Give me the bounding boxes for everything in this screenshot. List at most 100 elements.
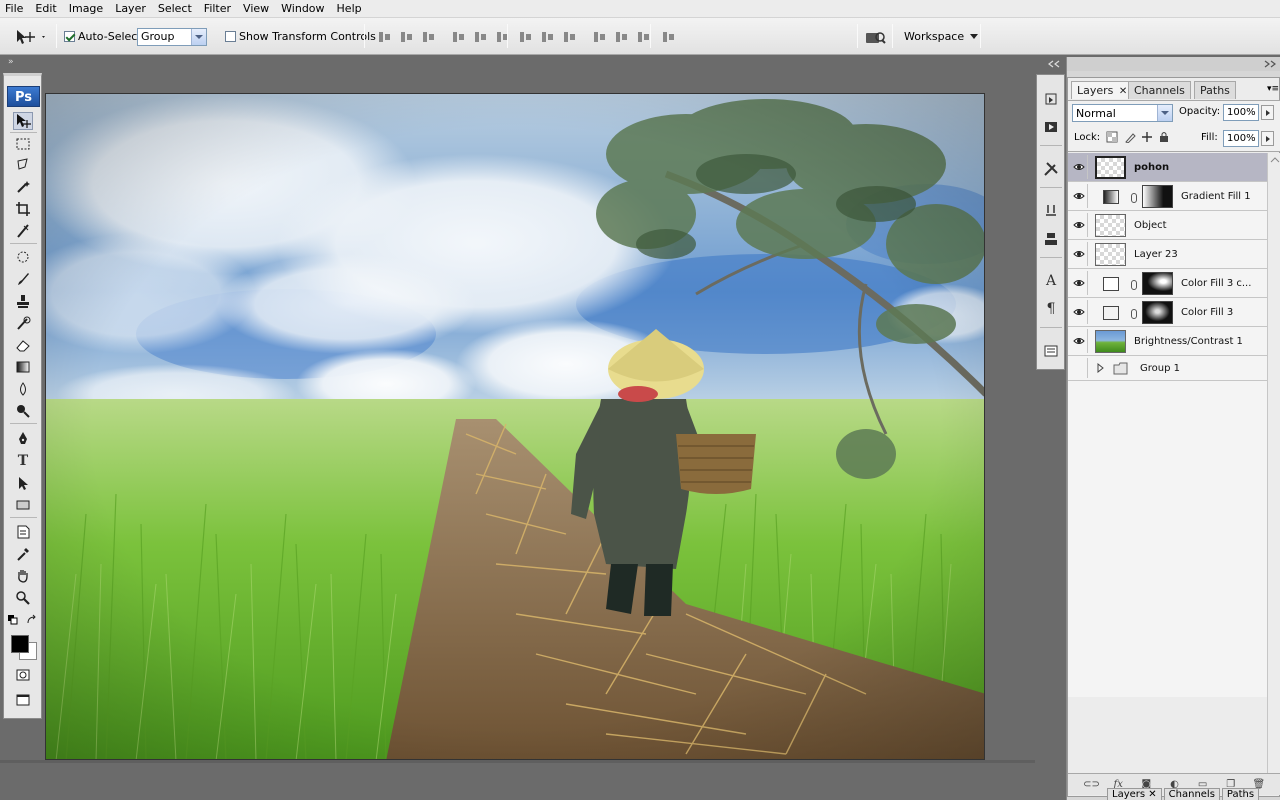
lock-transparent-icon[interactable]: [1106, 131, 1118, 146]
actions-panel-icon[interactable]: [1041, 117, 1061, 137]
eraser-icon[interactable]: [13, 336, 33, 354]
brush-icon[interactable]: [13, 270, 33, 288]
brushes-panel-icon[interactable]: [1041, 201, 1061, 221]
layer-row[interactable]: Object: [1068, 211, 1267, 240]
layer-comps-icon[interactable]: [1041, 341, 1061, 361]
healing-brush-icon[interactable]: [13, 248, 33, 266]
layer-row[interactable]: Brightness/Contrast 1: [1068, 327, 1267, 356]
align-vertical-center-icon[interactable]: [399, 30, 415, 44]
tab-channels[interactable]: Channels: [1128, 81, 1191, 99]
menu-layer[interactable]: Layer: [109, 0, 152, 18]
link-icon[interactable]: [1131, 193, 1137, 203]
layer-mask-thumbnail[interactable]: [1142, 301, 1173, 324]
rectangle-shape-icon[interactable]: [13, 496, 33, 514]
eye-icon[interactable]: [1073, 190, 1085, 202]
link-icon[interactable]: [1131, 309, 1137, 319]
eye-icon[interactable]: [1073, 161, 1085, 173]
move-tool-icon[interactable]: [13, 112, 33, 130]
menu-filter[interactable]: Filter: [198, 0, 237, 18]
rectangular-marquee-icon[interactable]: [13, 135, 33, 153]
default-colors-icon[interactable]: [7, 614, 19, 626]
screen-mode-icon[interactable]: [13, 691, 33, 709]
type-icon[interactable]: T: [13, 452, 33, 470]
scroll-up-icon[interactable]: [1268, 153, 1280, 167]
fill-slider-button[interactable]: [1261, 131, 1274, 146]
expand-arrow-icon[interactable]: [1096, 363, 1106, 373]
opacity-slider-button[interactable]: [1261, 105, 1274, 120]
distribute-left-icon[interactable]: [592, 30, 608, 44]
align-left-icon[interactable]: [451, 30, 467, 44]
tab-paths-collapsed[interactable]: Paths: [1221, 788, 1260, 800]
layer-row[interactable]: Gradient Fill 1: [1068, 182, 1267, 211]
foreground-color-swatch[interactable]: [11, 635, 29, 653]
crop-icon[interactable]: [13, 200, 33, 218]
layer-row[interactable]: Color Fill 3 c...: [1068, 269, 1267, 298]
workspace-menu[interactable]: Workspace: [904, 18, 982, 55]
auto-select-dropdown[interactable]: Group: [137, 27, 207, 46]
tool-presets-icon[interactable]: [1041, 159, 1061, 179]
pen-icon[interactable]: [13, 430, 33, 448]
layer-row[interactable]: Color Fill 3: [1068, 298, 1267, 327]
align-bottom-icon[interactable]: [421, 30, 437, 44]
tools-panel-header[interactable]: »: [2, 57, 42, 71]
link-icon[interactable]: [1131, 280, 1137, 290]
tool-preset-picker[interactable]: [14, 18, 48, 55]
history-brush-icon[interactable]: [13, 314, 33, 332]
hand-icon[interactable]: [13, 567, 33, 585]
auto-select-checkbox[interactable]: [64, 31, 75, 42]
tab-layers[interactable]: Layers ✕: [1071, 81, 1134, 99]
menu-window[interactable]: Window: [275, 0, 330, 18]
eye-icon[interactable]: [1073, 219, 1085, 231]
auto-align-layers-icon[interactable]: [661, 30, 677, 44]
eye-icon[interactable]: [1073, 335, 1085, 347]
distribute-vertical-center-icon[interactable]: [540, 30, 556, 44]
distribute-top-icon[interactable]: [518, 30, 534, 44]
gradient-icon[interactable]: [13, 358, 33, 376]
eye-icon[interactable]: [1073, 248, 1085, 260]
clone-source-icon[interactable]: [1041, 229, 1061, 249]
layer-row[interactable]: Group 1: [1068, 356, 1267, 381]
show-transform-checkbox[interactable]: [225, 31, 236, 42]
history-panel-icon[interactable]: [1041, 89, 1061, 109]
lock-position-icon[interactable]: [1141, 131, 1153, 146]
panel-collapse-bar[interactable]: [1067, 57, 1280, 71]
align-top-icon[interactable]: [377, 30, 393, 44]
notes-icon[interactable]: [13, 523, 33, 541]
swap-colors-icon[interactable]: [26, 614, 38, 626]
bridge-icon[interactable]: [864, 28, 886, 46]
align-horizontal-center-icon[interactable]: [473, 30, 489, 44]
layer-row[interactable]: Layer 23: [1068, 240, 1267, 269]
lock-all-icon[interactable]: [1158, 131, 1170, 146]
link-layers-icon[interactable]: ⊂⊃: [1083, 779, 1100, 791]
panel-menu-icon[interactable]: ▾≡: [1267, 84, 1279, 94]
quick-mask-icon[interactable]: [13, 666, 33, 684]
close-icon[interactable]: ✕: [1119, 86, 1127, 97]
distribute-bottom-icon[interactable]: [562, 30, 578, 44]
eyedropper-icon[interactable]: [13, 545, 33, 563]
lock-pixels-icon[interactable]: [1124, 131, 1136, 146]
character-panel-icon[interactable]: A: [1041, 271, 1061, 291]
layer-row[interactable]: pohon: [1068, 153, 1267, 182]
menu-file[interactable]: File: [0, 0, 29, 18]
layer-mask-thumbnail[interactable]: [1142, 185, 1173, 208]
menu-image[interactable]: Image: [63, 0, 109, 18]
distribute-horizontal-center-icon[interactable]: [614, 30, 630, 44]
blend-mode-dropdown[interactable]: Normal: [1072, 104, 1173, 122]
slice-icon[interactable]: [13, 222, 33, 240]
dodge-icon[interactable]: [13, 402, 33, 420]
lasso-icon[interactable]: [13, 156, 33, 174]
path-selection-icon[interactable]: [13, 474, 33, 492]
eye-icon[interactable]: [1073, 306, 1085, 318]
tab-layers-collapsed[interactable]: Layers ✕: [1107, 788, 1162, 800]
tab-channels-collapsed[interactable]: Channels: [1163, 788, 1220, 800]
document-canvas[interactable]: [45, 93, 985, 760]
layer-mask-thumbnail[interactable]: [1142, 272, 1173, 295]
align-right-icon[interactable]: [495, 30, 511, 44]
menu-view[interactable]: View: [237, 0, 275, 18]
layers-scrollbar[interactable]: [1267, 153, 1280, 773]
dock-header[interactable]: [1035, 57, 1065, 71]
menu-edit[interactable]: Edit: [29, 0, 62, 18]
opacity-input[interactable]: 100%: [1223, 104, 1259, 121]
photoshop-logo[interactable]: Ps: [7, 86, 40, 107]
menu-help[interactable]: Help: [331, 0, 368, 18]
